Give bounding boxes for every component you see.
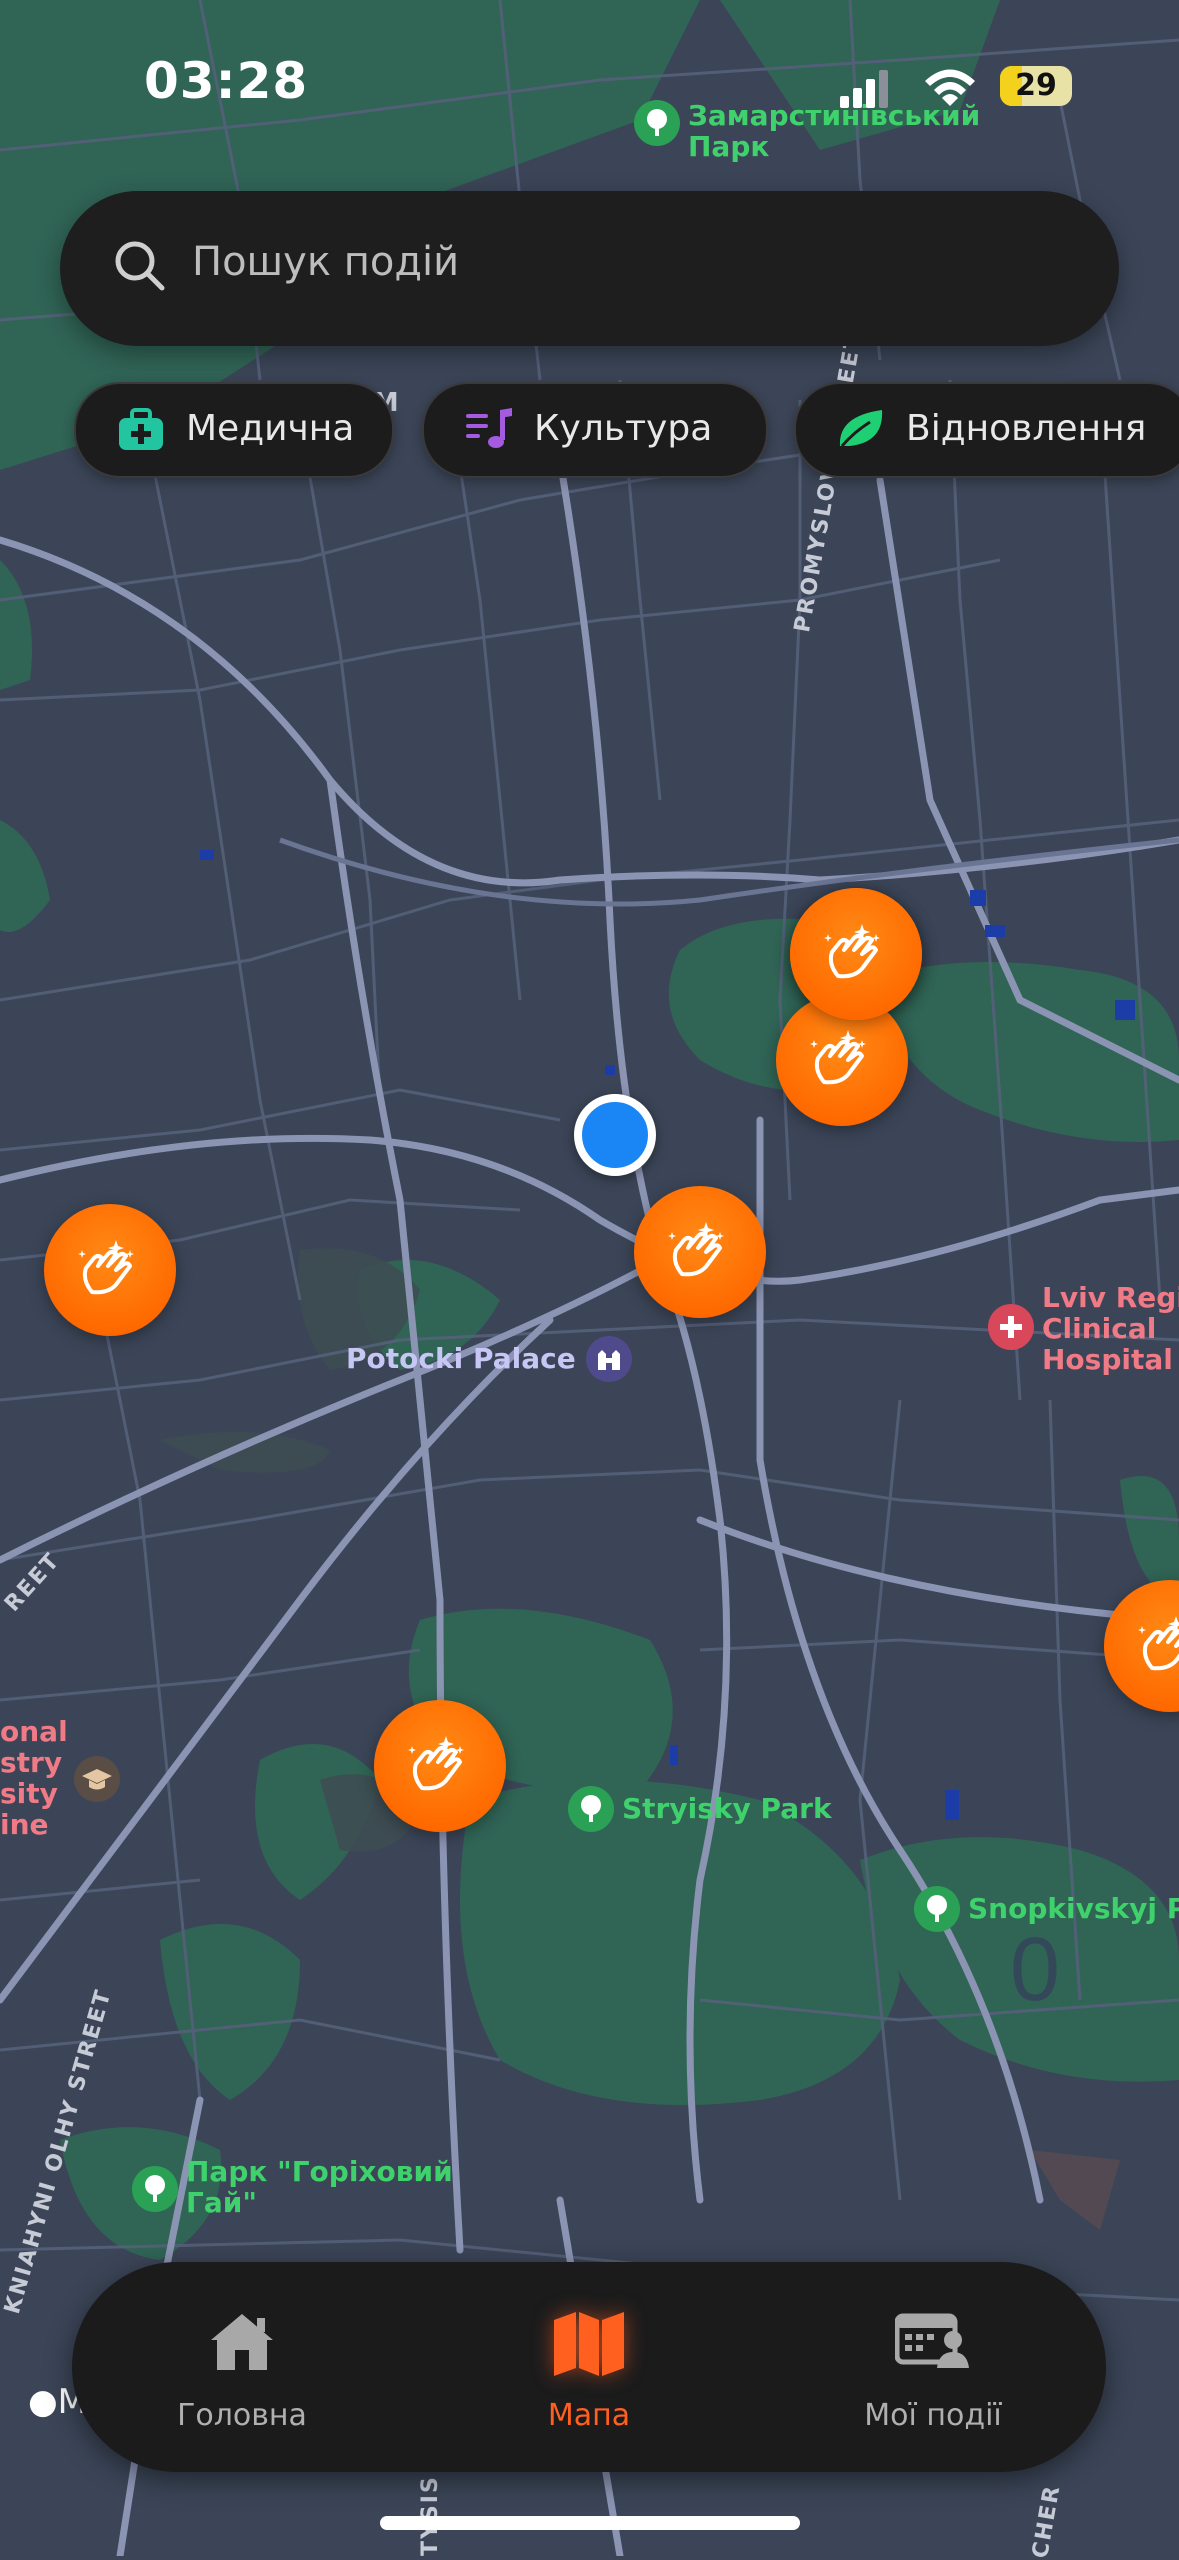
battery-indicator: 29: [1000, 66, 1072, 106]
battery-level: 29: [1015, 68, 1057, 103]
clapping-hands-icon: [408, 1736, 464, 1791]
tab-map[interactable]: Мапа: [439, 2262, 739, 2472]
poi-university[interactable]: onal stry sity ine: [0, 1716, 128, 1840]
poi-potocki-palace[interactable]: Potocki Palace: [346, 1336, 632, 1382]
tab-label: Мапа: [547, 2398, 631, 2433]
clapping-hands-icon: [78, 1240, 134, 1295]
filter-chip-medical[interactable]: Медична: [74, 382, 394, 478]
tab-bar: Головна Мапа Мої події: [72, 2262, 1106, 2472]
apple-logo-icon: ●: [28, 2382, 58, 2422]
event-marker[interactable]: [374, 1700, 506, 1832]
filter-chip-label: Медична: [186, 408, 355, 449]
music-list-icon: [466, 408, 512, 448]
home-indicator[interactable]: [380, 2516, 800, 2530]
event-marker[interactable]: [44, 1204, 176, 1336]
map-icon: [554, 2312, 624, 2376]
filter-chip-culture[interactable]: Культура: [422, 382, 768, 478]
clapping-hands-icon: [810, 1030, 866, 1085]
filter-chip-label: Культура: [534, 408, 713, 449]
clapping-hands-icon: [668, 1222, 724, 1277]
poi-label: Potocki Palace: [346, 1342, 576, 1375]
wifi-icon: [925, 69, 975, 106]
status-time: 03:28: [144, 52, 309, 110]
svg-text:0: 0: [1010, 1920, 1060, 2020]
poi-snopkivskyj-park[interactable]: Snopkivskyj Pa: [914, 1886, 1179, 1932]
hospital-icon: [988, 1304, 1034, 1350]
medical-kit-icon: [119, 408, 163, 450]
search-input[interactable]: Пошук подій: [192, 239, 459, 285]
my-events-icon: [895, 2313, 969, 2368]
leaf-icon: [839, 410, 883, 447]
tree-icon: [914, 1886, 960, 1932]
tab-label: Мої події: [864, 2398, 1002, 2433]
home-icon: [211, 2314, 273, 2370]
poi-horikhovyi-hai-park[interactable]: Парк "Горіховий Гай": [132, 2156, 453, 2218]
poi-stryisky-park[interactable]: Stryisky Park: [568, 1786, 832, 1832]
filter-chip-recovery[interactable]: Відновлення: [794, 382, 1179, 478]
poi-label: Stryisky Park: [622, 1792, 832, 1825]
tab-my-events[interactable]: Мої події: [783, 2262, 1083, 2472]
graduation-cap-icon: [73, 1756, 120, 1802]
poi-lviv-clinical-hospital[interactable]: Lviv Regi Clinical Hospital: [988, 1282, 1179, 1375]
search-icon: [115, 241, 165, 291]
tree-icon: [132, 2166, 178, 2212]
tab-home[interactable]: Головна: [92, 2262, 392, 2472]
clapping-hands-icon: [824, 924, 880, 979]
event-marker[interactable]: [790, 888, 922, 1020]
signal-icon: [840, 70, 888, 108]
tab-label: Головна: [177, 2398, 307, 2433]
search-bar[interactable]: Пошук подій: [60, 191, 1119, 346]
filter-chip-label: Відновлення: [906, 408, 1147, 449]
event-marker[interactable]: [634, 1186, 766, 1318]
poi-label: onal stry sity ine: [0, 1715, 68, 1841]
user-location-dot: [574, 1094, 656, 1176]
castle-icon: [585, 1336, 632, 1382]
clapping-hands-icon: [1138, 1616, 1179, 1671]
poi-label: Snopkivskyj Pa: [968, 1892, 1179, 1925]
poi-label: Парк "Горіховий Гай": [186, 2155, 453, 2219]
tree-icon: [568, 1786, 614, 1832]
poi-label: Lviv Regi Clinical Hospital: [1042, 1281, 1179, 1376]
status-bar: 03:28 29: [0, 0, 1179, 170]
